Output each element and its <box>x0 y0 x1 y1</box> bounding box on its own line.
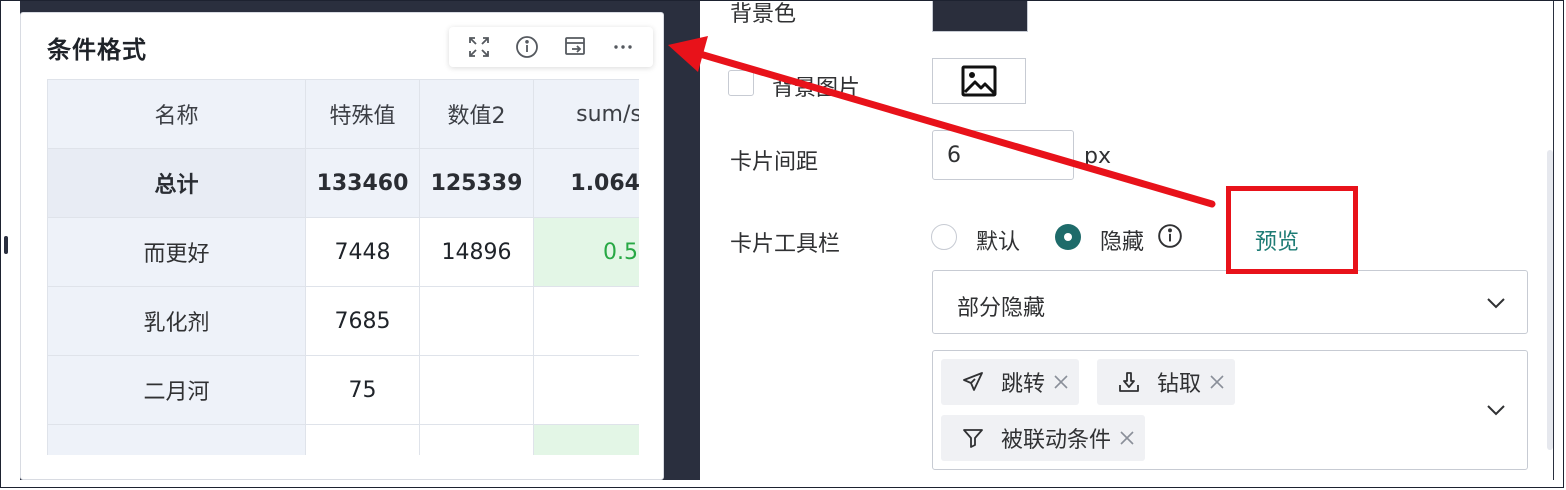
card-spacing-label: 卡片间距 <box>730 150 819 175</box>
radio-default-label[interactable]: 默认 <box>976 224 1020 256</box>
table-row-partial <box>47 424 639 455</box>
total-label: 总计 <box>47 148 306 218</box>
background-image-button[interactable] <box>932 58 1026 104</box>
background-color-swatch[interactable] <box>932 0 1028 32</box>
row-special-cut <box>305 424 420 455</box>
close-icon[interactable] <box>1207 372 1227 392</box>
card-toolbar <box>449 27 653 67</box>
card-spacing-input[interactable]: 6 <box>932 130 1074 180</box>
hidden-items-select[interactable]: 跳转 钻取 被联动条件 <box>932 350 1528 470</box>
tag-drill: 钻取 <box>1097 359 1236 405</box>
export-icon[interactable] <box>560 32 590 62</box>
row-name: 乳化剂 <box>47 286 306 356</box>
row-special: 7685 <box>305 286 420 356</box>
drill-icon <box>1119 372 1139 392</box>
row-value2 <box>419 286 534 356</box>
row-ratio-cut <box>533 424 639 455</box>
radio-default[interactable] <box>931 224 957 250</box>
radio-hidden-label[interactable]: 隐藏 <box>1100 224 1144 256</box>
hide-mode-select[interactable]: 部分隐藏 <box>932 270 1528 334</box>
left-edge <box>0 0 20 490</box>
hide-mode-value: 部分隐藏 <box>957 296 1046 321</box>
background-image-checkbox[interactable] <box>728 70 754 96</box>
expand-icon[interactable] <box>464 32 494 62</box>
close-icon[interactable] <box>1117 428 1137 448</box>
panel-scrollbar[interactable] <box>1547 150 1553 450</box>
preview-link[interactable]: 预览 <box>1255 224 1299 256</box>
right-edge <box>1554 0 1566 490</box>
chevron-down-icon <box>1487 298 1505 309</box>
more-icon[interactable] <box>608 32 638 62</box>
tag-label: 钻取 <box>1157 372 1202 397</box>
bottom-edge <box>0 480 676 490</box>
chevron-down-icon <box>1487 405 1505 416</box>
table-header-row: 名称 特殊值 数值2 sum/sur <box>47 79 639 149</box>
total-special: 133460 <box>305 148 420 218</box>
table-row: 而更好 7448 14896 0.5 <box>47 217 639 287</box>
toolbar-info-icon[interactable] <box>1157 223 1183 249</box>
header-value2[interactable]: 数值2 <box>419 79 534 149</box>
row-special: 75 <box>305 355 420 425</box>
total-value2: 125339 <box>419 148 534 218</box>
row-value2: 14896 <box>419 217 534 287</box>
condition-format-card: 条件格式 名称 特殊值 数值2 sum/ 总计 133460 125339 1.… <box>20 12 664 480</box>
table-row: 乳化剂 7685 <box>47 286 639 356</box>
background-image-label: 背景图片 <box>772 76 861 101</box>
left-collapse-tab[interactable] <box>4 236 8 254</box>
image-icon <box>961 65 997 97</box>
row-ratio <box>533 355 639 425</box>
table-row: 二月河 75 <box>47 355 639 425</box>
row-name: 二月河 <box>47 355 306 425</box>
close-icon[interactable] <box>1051 372 1071 392</box>
tag-jump: 跳转 <box>941 359 1080 405</box>
row-ratio <box>533 286 639 356</box>
send-icon <box>963 372 983 391</box>
radio-hidden[interactable] <box>1055 224 1081 250</box>
header-special[interactable]: 特殊值 <box>305 79 420 149</box>
row-value2-cut <box>419 424 534 455</box>
row-value2 <box>419 355 534 425</box>
tag-label: 跳转 <box>1001 372 1046 397</box>
row-ratio: 0.5 <box>533 217 639 287</box>
header-ratio[interactable]: sum/sur <box>533 79 639 149</box>
filter-icon <box>963 429 983 448</box>
bottom-edge-right <box>676 480 1566 490</box>
total-ratio: 1.06479 <box>533 148 639 218</box>
info-icon[interactable] <box>512 32 542 62</box>
header-name[interactable]: 名称 <box>47 79 306 149</box>
total-row: 总计 133460 125339 1.06479 <box>47 148 639 218</box>
card-spacing-unit: px <box>1084 144 1111 169</box>
row-name-cut <box>47 424 306 455</box>
tag-label: 被联动条件 <box>1001 428 1112 453</box>
tag-linked-condition: 被联动条件 <box>941 415 1146 461</box>
data-table: 名称 特殊值 数值2 sum/sur 总计 133460 125339 1.06… <box>47 79 639 455</box>
background-color-label: 背景色 <box>730 2 797 27</box>
card-toolbar-label: 卡片工具栏 <box>730 232 841 257</box>
row-name: 而更好 <box>47 217 306 287</box>
card-title: 条件格式 <box>47 36 147 64</box>
row-special: 7448 <box>305 217 420 287</box>
